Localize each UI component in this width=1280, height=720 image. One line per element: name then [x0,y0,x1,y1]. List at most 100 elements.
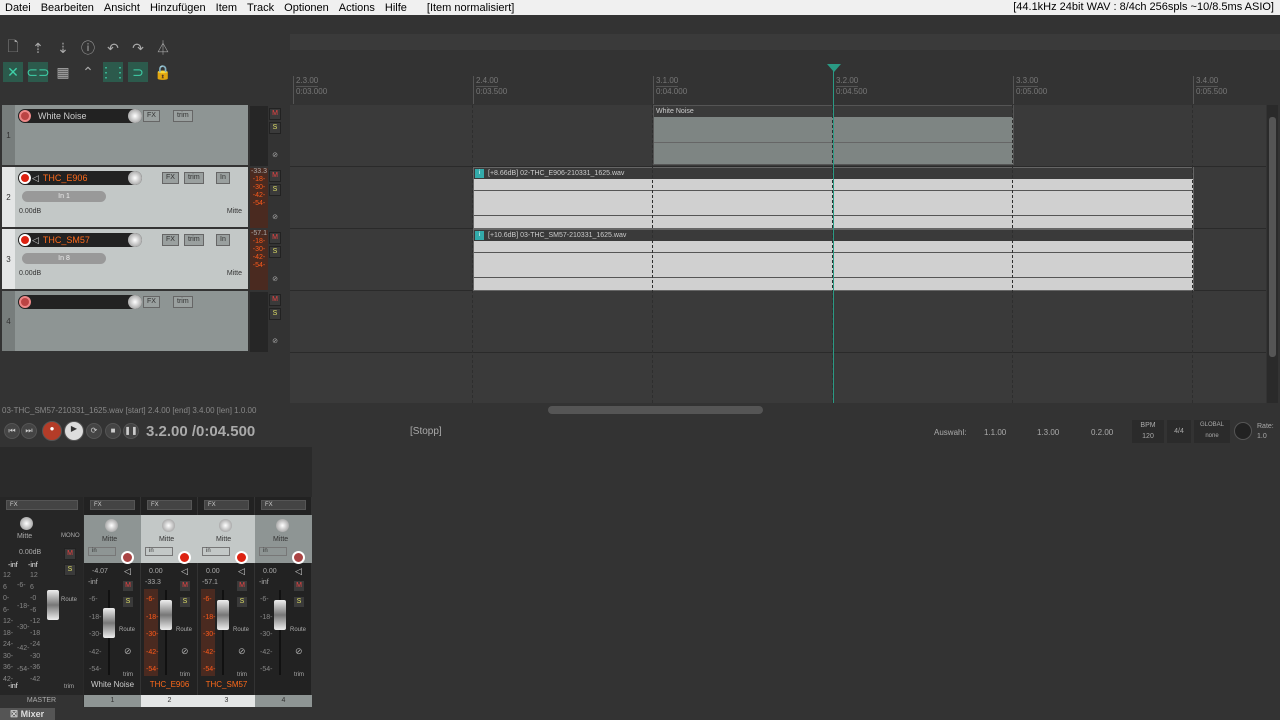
master-fx-button[interactable]: FX [6,500,78,510]
track-lane[interactable] [290,291,1266,353]
master-mute-button[interactable]: M [64,548,76,560]
pan-knob[interactable] [276,519,289,532]
record-arm-button[interactable] [19,172,31,184]
master-mono[interactable]: MONO [61,533,80,539]
menu-optionen[interactable]: Optionen [279,2,334,14]
volume-knob[interactable] [128,171,142,185]
strip-input-button[interactable]: in [145,547,173,556]
envelope-link-icon[interactable]: ⌃ [78,62,98,82]
crossfade-icon[interactable]: ✕ [3,62,23,82]
master-route-button[interactable]: Route [61,597,77,603]
input-monitor-button[interactable]: In [216,172,230,184]
strip-fader[interactable] [103,608,115,638]
phase-icon[interactable]: ⊘ [269,213,281,225]
phase-icon[interactable]: ⊘ [269,151,281,163]
menu-hinzufügen[interactable]: Hinzufügen [145,2,211,14]
strip-fader[interactable] [217,600,229,630]
fx-button[interactable]: FX [162,234,179,246]
speaker-icon[interactable]: ◁ [238,566,245,577]
strip-route-button[interactable]: Route [119,627,135,633]
phase-icon[interactable]: ⊘ [124,646,132,657]
strip-fader[interactable] [274,600,286,630]
strip-input-button[interactable]: in [202,547,230,556]
speaker-icon[interactable]: ◁ [32,235,39,245]
strip-mute-button[interactable]: M [236,580,248,592]
track-name[interactable]: ◁ THC_SM57 [18,233,142,247]
strip-fx-button[interactable]: FX [204,500,249,510]
mute-button[interactable]: M [269,108,281,120]
solo-button[interactable]: S [269,122,281,134]
grid-icon[interactable]: ⋮⋮ [99,62,127,82]
mixer-strip-3[interactable]: FX Mitte in 0.00 -57.1 -6- -18- -30- -42- -54- ◁ M S… [198,497,255,707]
strip-fader[interactable] [160,600,172,630]
global-automation[interactable]: GLOBAL none [1194,420,1230,443]
strip-route-button[interactable]: Route [233,627,249,633]
go-to-end-button[interactable]: ⏭ [21,423,37,439]
trim-button[interactable]: trim [173,110,193,122]
track-panel-4[interactable]: 4 FX trim [2,291,248,353]
speaker-icon[interactable]: ◁ [124,566,131,577]
save-download-icon[interactable]: ⇣ [53,38,73,58]
lock-icon[interactable]: 🔒 [153,62,173,82]
strip-record-arm[interactable] [235,551,248,564]
menu-datei[interactable]: Datei [0,2,36,14]
link-icon[interactable]: ⊂⊃ [26,62,50,82]
solo-button[interactable]: S [269,184,281,196]
fx-button[interactable]: FX [143,110,160,122]
menu-hilfe[interactable]: Hilfe [380,2,412,14]
horizontal-scrollbar[interactable] [548,406,763,414]
repeat-button[interactable]: ⟳ [86,423,102,439]
track-name[interactable]: White Noise [18,109,142,123]
selection-end[interactable]: 1.3.00 [1037,428,1059,437]
mixer-strip-1[interactable]: FX Mitte in -4.07 -inf -6- -18- -30- -42- -54- ◁ M S… [84,497,141,707]
arrange-view[interactable]: White Noise i [+8.66dB] 02-THC_E906-210331… [290,105,1266,403]
go-to-start-button[interactable]: ⏮ [4,423,20,439]
trim-button[interactable]: trim [184,172,204,184]
grid-squares-icon[interactable]: ▦ [53,62,73,82]
strip-record-arm[interactable] [292,551,305,564]
phase-icon[interactable]: ⊘ [269,337,281,349]
record-arm-button[interactable] [19,110,31,122]
menu-item[interactable]: Item [211,2,242,14]
redo-icon[interactable]: ↷ [128,38,148,58]
phase-icon[interactable]: ⊘ [181,646,189,657]
phase-icon[interactable]: ⊘ [295,646,303,657]
fx-button[interactable]: FX [162,172,179,184]
speaker-icon[interactable]: ◁ [32,173,39,183]
new-file-icon[interactable]: 🗋 [3,38,23,58]
track-name[interactable]: ◁ THC_E906 [18,171,142,185]
snap-magnet-icon[interactable]: ⊃ [128,62,148,82]
track-panel-2[interactable]: 2 ◁ THC_E906 FX trim In In 1 0.00dB Mitte [2,167,248,229]
undo-icon[interactable]: ↶ [103,38,123,58]
track-panel-1[interactable]: 1 White Noise FX trim [2,105,248,167]
playhead-marker-icon[interactable] [827,64,841,72]
strip-trim-button[interactable]: trim [237,672,247,678]
strip-solo-button[interactable]: S [236,596,248,608]
master-trim-button[interactable]: trim [64,684,74,690]
master-solo-button[interactable]: S [64,564,76,576]
menu-track[interactable]: Track [242,2,279,14]
metronome-icon[interactable]: ⏃ [153,38,173,58]
strip-mute-button[interactable]: M [293,580,305,592]
phase-icon[interactable]: ⊘ [269,275,281,287]
strip-solo-button[interactable]: S [293,596,305,608]
strip-input-button[interactable]: in [88,547,116,556]
record-button[interactable]: ● [42,421,62,441]
trim-button[interactable]: trim [184,234,204,246]
play-button[interactable]: ▶ [64,421,84,441]
track-name[interactable] [18,295,142,309]
stop-button[interactable]: ■ [105,423,121,439]
speaker-icon[interactable]: ◁ [181,566,188,577]
strip-trim-button[interactable]: trim [123,672,133,678]
input-selector[interactable]: In 8 [22,253,106,264]
fx-button[interactable]: FX [143,296,160,308]
solo-button[interactable]: S [269,308,281,320]
speaker-icon[interactable]: ◁ [295,566,302,577]
record-arm-button[interactable] [19,234,31,246]
strip-fx-button[interactable]: FX [147,500,192,510]
strip-fx-button[interactable]: FX [90,500,135,510]
record-arm-button[interactable] [19,296,31,308]
pan-knob[interactable] [219,519,232,532]
strip-mute-button[interactable]: M [179,580,191,592]
strip-route-button[interactable]: Route [176,627,192,633]
